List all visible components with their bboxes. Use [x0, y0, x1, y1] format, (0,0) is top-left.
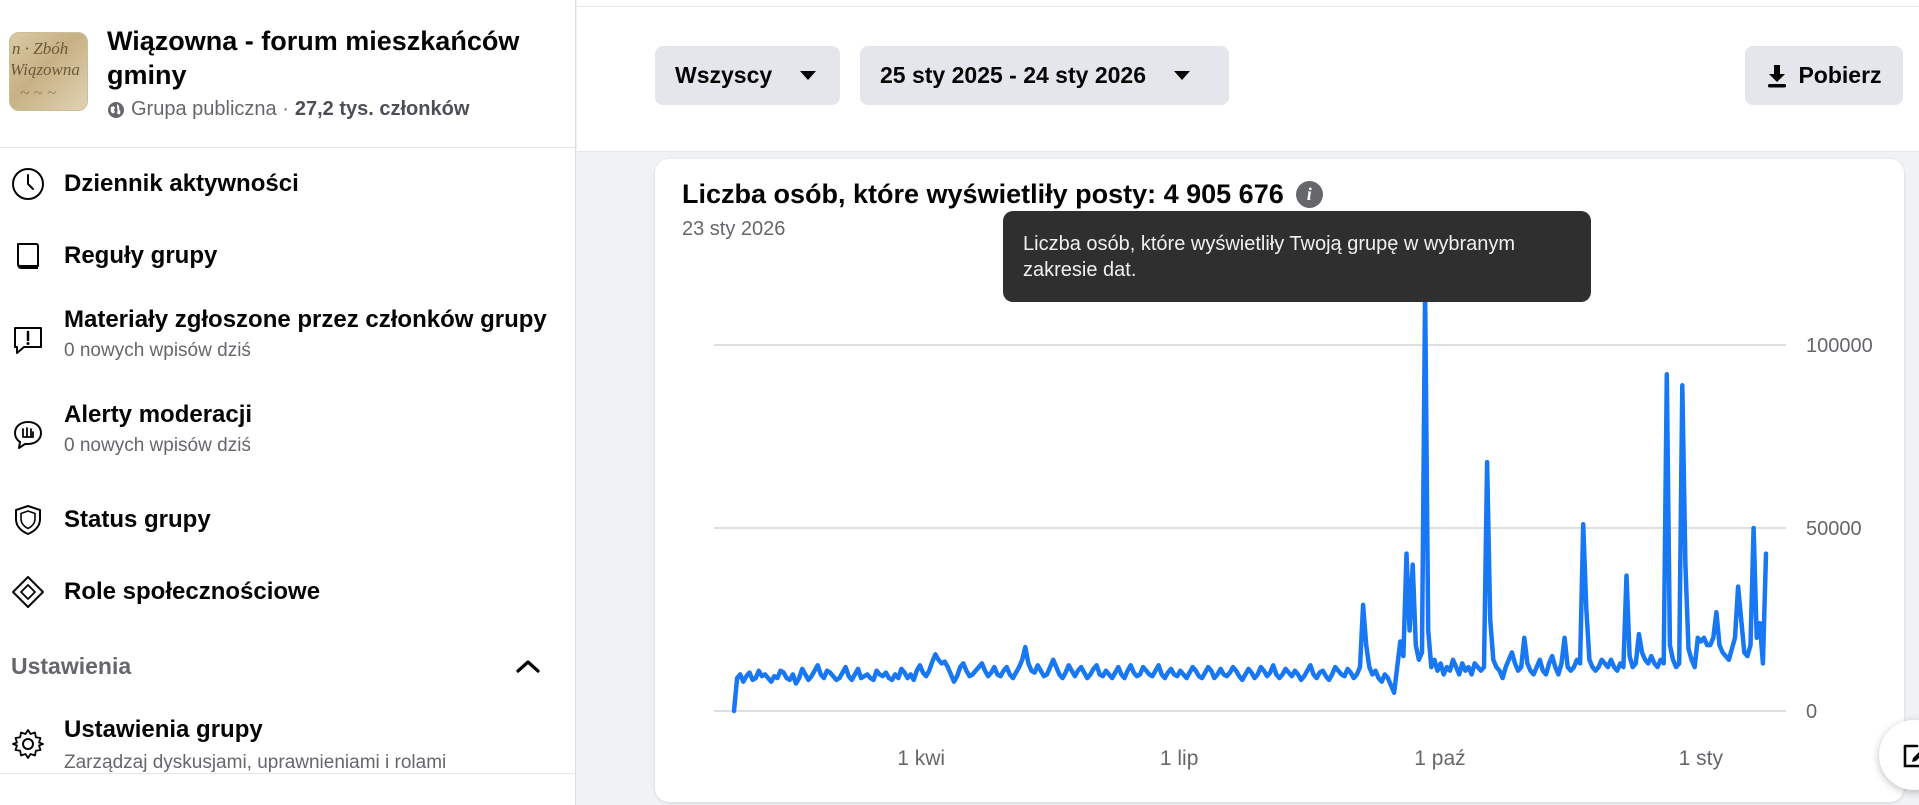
info-tooltip: Liczba osób, które wyświetliły Twoją gru…	[1003, 211, 1591, 302]
x-tick-label: 1 sty	[1679, 747, 1724, 770]
y-tick-label: 50000	[1806, 518, 1862, 540]
x-tick-label: 1 paź	[1414, 747, 1465, 770]
compose-icon	[1903, 744, 1919, 768]
x-tick-label: 1 lip	[1160, 747, 1199, 770]
y-tick-label: 0	[1806, 701, 1817, 723]
app-root: n · Zbóh Wiązowna ~ ~ ~ Wiązowna - forum…	[0, 0, 1919, 805]
y-tick-label: 100000	[1806, 335, 1873, 357]
x-tick-label: 1 kwi	[897, 747, 945, 770]
series-line[interactable]	[731, 287, 1769, 714]
views-line-chart: 0 50000 100000 1 kwi 1 lip 1 paź 1 sty	[714, 287, 1873, 770]
